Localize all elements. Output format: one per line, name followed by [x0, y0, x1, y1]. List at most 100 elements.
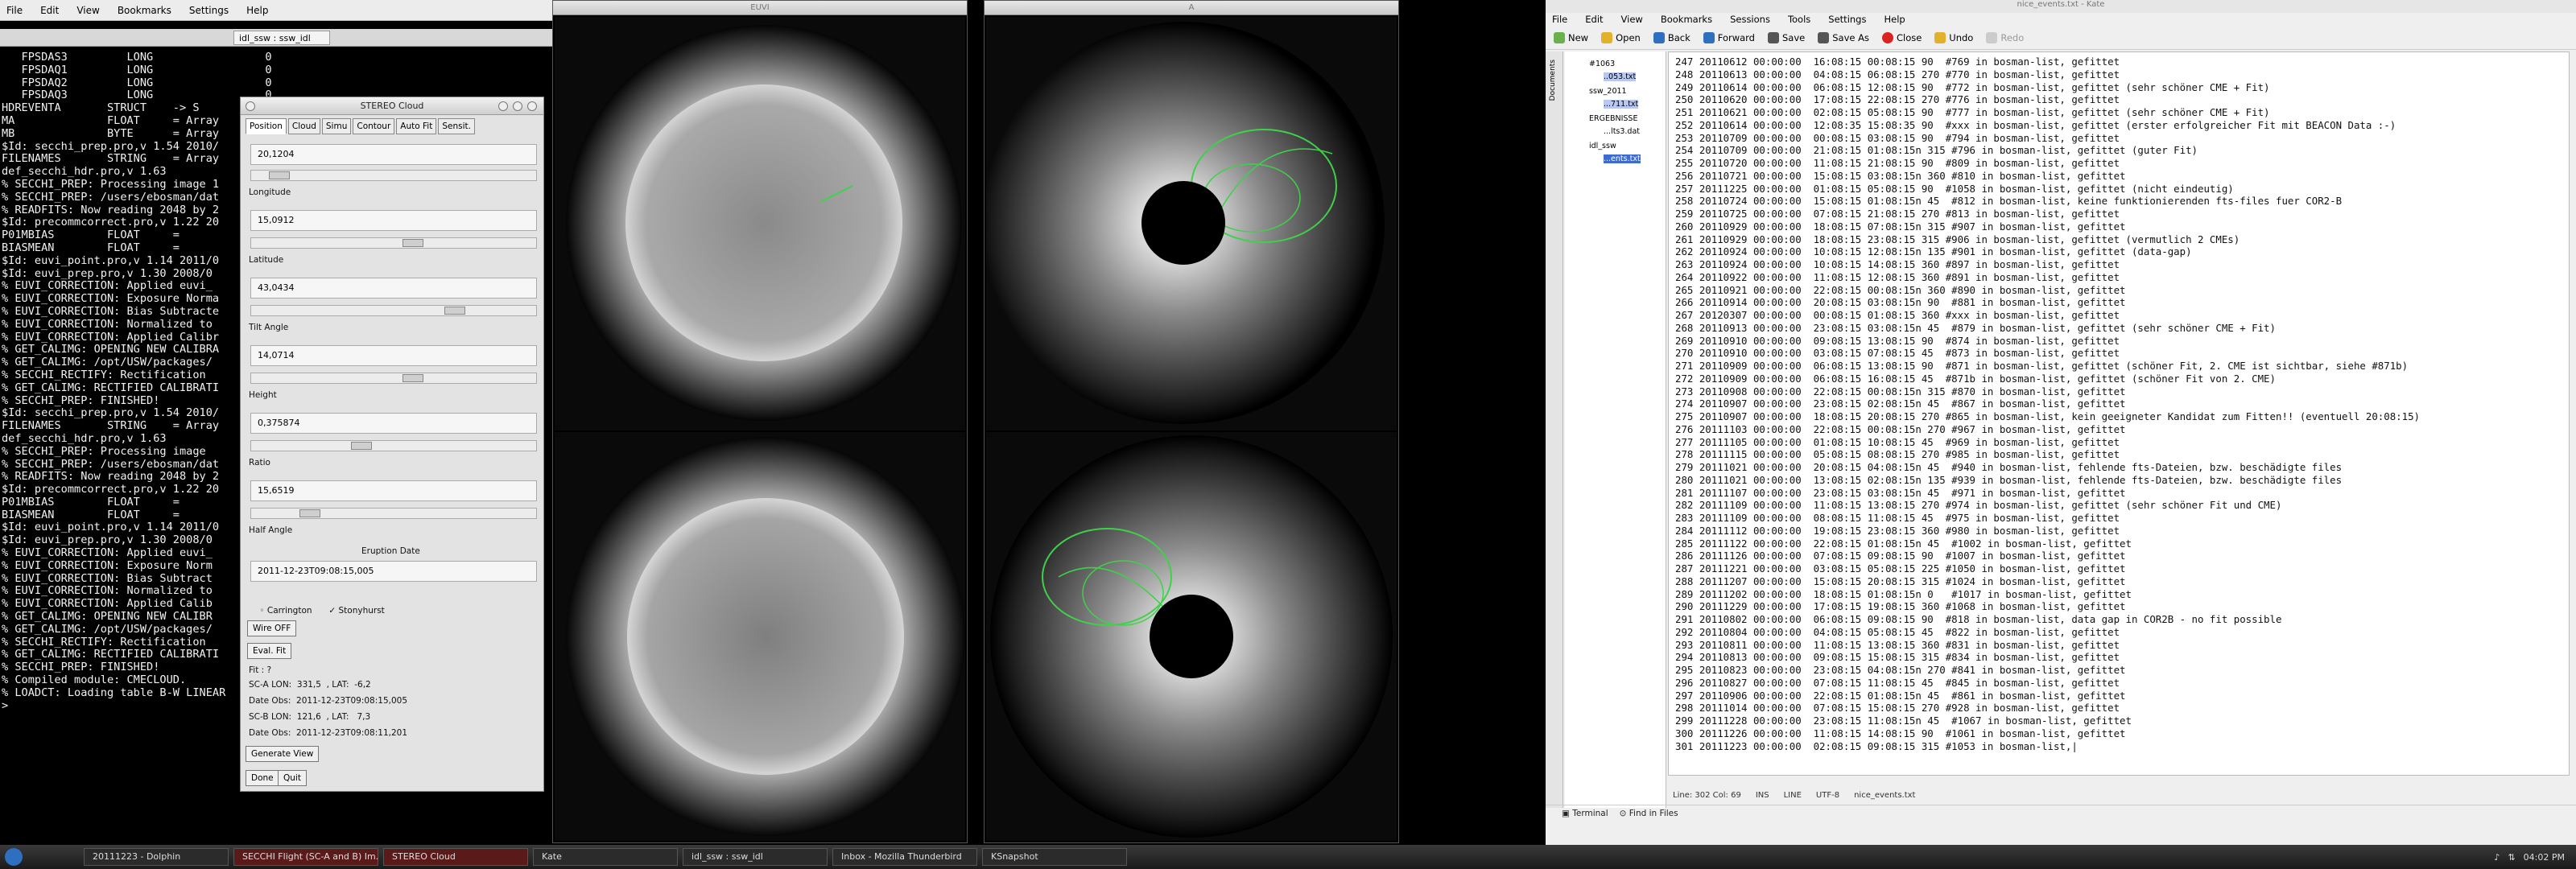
editor-line[interactable]: 278 20111115 00:00:00 05:08:15 08:08:15 … [1675, 448, 2566, 461]
editor-line[interactable]: 296 20110827 00:00:00 07:08:15 11:08:15 … [1675, 677, 2566, 690]
task-idl-ssw[interactable]: idl_ssw : ssw_idl [683, 848, 828, 866]
editor-line[interactable]: 281 20111107 00:00:00 23:08:15 03:08:15n… [1675, 487, 2566, 500]
editor-line[interactable]: 266 20110914 00:00:00 20:08:15 03:08:15n… [1675, 296, 2566, 309]
tree-item[interactable]: #1063 [1589, 60, 1615, 68]
quit-button[interactable]: Quit [278, 770, 307, 786]
tree-item[interactable]: ...711.txt [1604, 100, 1639, 109]
kate-menu-settings[interactable]: Settings [1828, 14, 1866, 25]
tree-item[interactable]: ..053.txt [1604, 72, 1637, 81]
close-button[interactable]: Close [1881, 31, 1922, 43]
editor-line[interactable]: 265 20110921 00:00:00 22:08:15 00:08:15n… [1675, 284, 2566, 297]
kate-menu-bookmarks[interactable]: Bookmarks [1661, 14, 1712, 25]
editor-line[interactable]: 261 20110929 00:00:00 18:08:15 23:08:15 … [1675, 233, 2566, 246]
redo-button[interactable]: Redo [1986, 31, 2024, 43]
ratio-slider[interactable] [250, 440, 537, 451]
editor-line[interactable]: 263 20110924 00:00:00 10:08:15 14:08:15 … [1675, 258, 2566, 271]
tilt-angle-slider[interactable] [250, 305, 537, 316]
menu-help[interactable]: Help [246, 5, 268, 16]
documents-tab[interactable]: Documents [1546, 51, 1560, 109]
editor-line[interactable]: 292 20110804 00:00:00 04:08:15 05:08:15 … [1675, 626, 2566, 639]
editor-line[interactable]: 286 20111126 00:00:00 07:08:15 09:08:15 … [1675, 550, 2566, 562]
editor-line[interactable]: 268 20110913 00:00:00 23:08:15 03:08:15n… [1675, 322, 2566, 335]
terminal-tab[interactable]: idl_ssw : ssw_idl [233, 31, 330, 45]
editor-line[interactable]: 279 20111021 00:00:00 20:08:15 04:08:15n… [1675, 461, 2566, 474]
volume-icon[interactable]: ♪ [2494, 852, 2500, 863]
euvi-titlebar[interactable]: EUVI [553, 1, 967, 15]
kate-menu-view[interactable]: View [1621, 14, 1643, 25]
editor-line[interactable]: 280 20111021 00:00:00 13:08:15 02:08:15n… [1675, 474, 2566, 487]
task-thunderbird[interactable]: Inbox - Mozilla Thunderbird [832, 848, 977, 866]
half-angle-field[interactable]: 15,6519 [250, 480, 537, 501]
editor-line[interactable]: 297 20110906 00:00:00 22:08:15 01:08:15n… [1675, 690, 2566, 702]
save-button[interactable]: Save [1767, 31, 1805, 43]
height-slider[interactable] [250, 373, 537, 384]
editor-line[interactable]: 252 20110614 00:00:00 12:08:35 15:08:35 … [1675, 119, 2566, 132]
editor-line[interactable]: 253 20110709 00:00:00 00:08:15 03:08:15 … [1675, 132, 2566, 145]
half-angle-slider[interactable] [250, 508, 537, 519]
task-ksnapshot[interactable]: KSnapshot [982, 848, 1127, 866]
longitude-field[interactable]: 20,1204 [250, 144, 537, 165]
editor-line[interactable]: 264 20110922 00:00:00 11:08:15 12:08:15 … [1675, 271, 2566, 284]
kate-editor[interactable]: 247 20110612 00:00:00 16:08:15 00:08:15 … [1668, 51, 2570, 776]
editor-line[interactable]: 259 20110725 00:00:00 07:08:15 21:08:15 … [1675, 208, 2566, 220]
editor-line[interactable]: 249 20110614 00:00:00 06:08:15 12:08:15 … [1675, 81, 2566, 94]
editor-text[interactable]: 247 20110612 00:00:00 16:08:15 00:08:15 … [1669, 52, 2569, 752]
close-icon[interactable] [527, 101, 537, 111]
editor-line[interactable]: 257 20111225 00:00:00 01:08:15 05:08:15 … [1675, 183, 2566, 196]
kate-menu-sessions[interactable]: Sessions [1730, 14, 1770, 25]
tree-item[interactable]: ...lts3.dat [1604, 127, 1640, 136]
editor-line[interactable]: 282 20111109 00:00:00 11:08:15 13:08:15 … [1675, 499, 2566, 512]
tab-position[interactable]: Position [246, 118, 287, 134]
editor-line[interactable]: 298 20111014 00:00:00 07:08:15 15:08:15 … [1675, 702, 2566, 715]
find-in-files-tab-button[interactable]: ⊙ Find in Files [1620, 809, 1678, 818]
network-icon[interactable]: ⇅ [2508, 852, 2515, 863]
editor-line[interactable]: 277 20111105 00:00:00 01:08:15 10:08:15 … [1675, 436, 2566, 449]
radio-stonyhurst[interactable]: ✓ Stonyhurst [318, 596, 384, 625]
task-kate[interactable]: Kate [533, 848, 678, 866]
editor-line[interactable]: 289 20111202 00:00:00 18:08:15 01:08:15n… [1675, 588, 2566, 601]
latitude-slider[interactable] [250, 237, 537, 249]
editor-line[interactable]: 256 20110721 00:00:00 15:08:15 03:08:15n… [1675, 170, 2566, 183]
clock[interactable]: 04:02 PM [2524, 852, 2565, 863]
undo-button[interactable]: Undo [1934, 31, 1973, 43]
editor-line[interactable]: 272 20110909 00:00:00 06:08:15 16:08:15 … [1675, 373, 2566, 385]
slider-handle[interactable] [402, 239, 423, 247]
maximize-icon[interactable] [513, 101, 522, 111]
eruption-date-field[interactable]: 2011-12-23T09:08:15,005 [250, 561, 537, 582]
editor-line[interactable]: 299 20111228 00:00:00 23:08:15 11:08:15n… [1675, 715, 2566, 727]
longitude-slider[interactable] [250, 170, 537, 181]
latitude-field[interactable]: 15,0912 [250, 210, 537, 231]
editor-line[interactable]: 285 20111122 00:00:00 22:08:15 01:08:15n… [1675, 537, 2566, 550]
menu-file[interactable]: File [6, 5, 23, 16]
editor-line[interactable]: 251 20110621 00:00:00 02:08:15 05:08:15 … [1675, 106, 2566, 119]
editor-line[interactable]: 260 20110929 00:00:00 18:08:15 07:08:15n… [1675, 220, 2566, 233]
editor-line[interactable]: 250 20110620 00:00:00 17:08:15 22:08:15 … [1675, 93, 2566, 106]
menu-view[interactable]: View [76, 5, 99, 16]
ratio-field[interactable]: 0,375874 [250, 413, 537, 434]
editor-line[interactable]: 283 20111109 00:00:00 08:08:15 11:08:15 … [1675, 512, 2566, 525]
done-button[interactable]: Done [246, 770, 279, 786]
tilt-angle-field[interactable]: 43,0434 [250, 278, 537, 299]
wire-off-button[interactable]: Wire OFF [247, 620, 297, 636]
minimize-icon[interactable] [498, 101, 508, 111]
kde-menu-icon[interactable] [5, 848, 23, 866]
editor-line[interactable]: 276 20111103 00:00:00 22:08:15 00:08:15n… [1675, 423, 2566, 436]
tree-item-selected[interactable]: ...ents.txt [1604, 154, 1641, 163]
editor-line[interactable]: 284 20111112 00:00:00 19:08:15 23:08:15 … [1675, 525, 2566, 537]
editor-line[interactable]: 290 20111229 00:00:00 17:08:15 19:08:15 … [1675, 600, 2566, 613]
new-button[interactable]: New [1554, 31, 1588, 43]
terminal-tab-button[interactable]: ▣ Terminal [1562, 809, 1608, 818]
eval-fit-button[interactable]: Eval. Fit [247, 643, 292, 659]
menu-bookmarks[interactable]: Bookmarks [118, 5, 171, 16]
editor-line[interactable]: 258 20110724 00:00:00 15:08:15 01:08:15n… [1675, 195, 2566, 208]
editor-line[interactable]: 295 20110823 00:00:00 23:08:15 04:08:15n… [1675, 664, 2566, 677]
editor-line[interactable]: 269 20110910 00:00:00 09:08:15 13:08:15 … [1675, 335, 2566, 348]
forward-button[interactable]: Forward [1703, 31, 1755, 43]
tree-item[interactable]: ssw_2011 [1589, 87, 1627, 96]
slider-handle[interactable] [351, 442, 372, 450]
height-field[interactable]: 14,0714 [250, 345, 537, 366]
cor-titlebar[interactable]: A [985, 1, 1398, 15]
dialog-titlebar[interactable]: STEREO Cloud [241, 97, 543, 115]
editor-line[interactable]: 275 20110907 00:00:00 18:08:15 20:08:15 … [1675, 410, 2566, 423]
editor-line[interactable]: 254 20110709 00:00:00 21:08:15 01:08:15n… [1675, 144, 2566, 157]
